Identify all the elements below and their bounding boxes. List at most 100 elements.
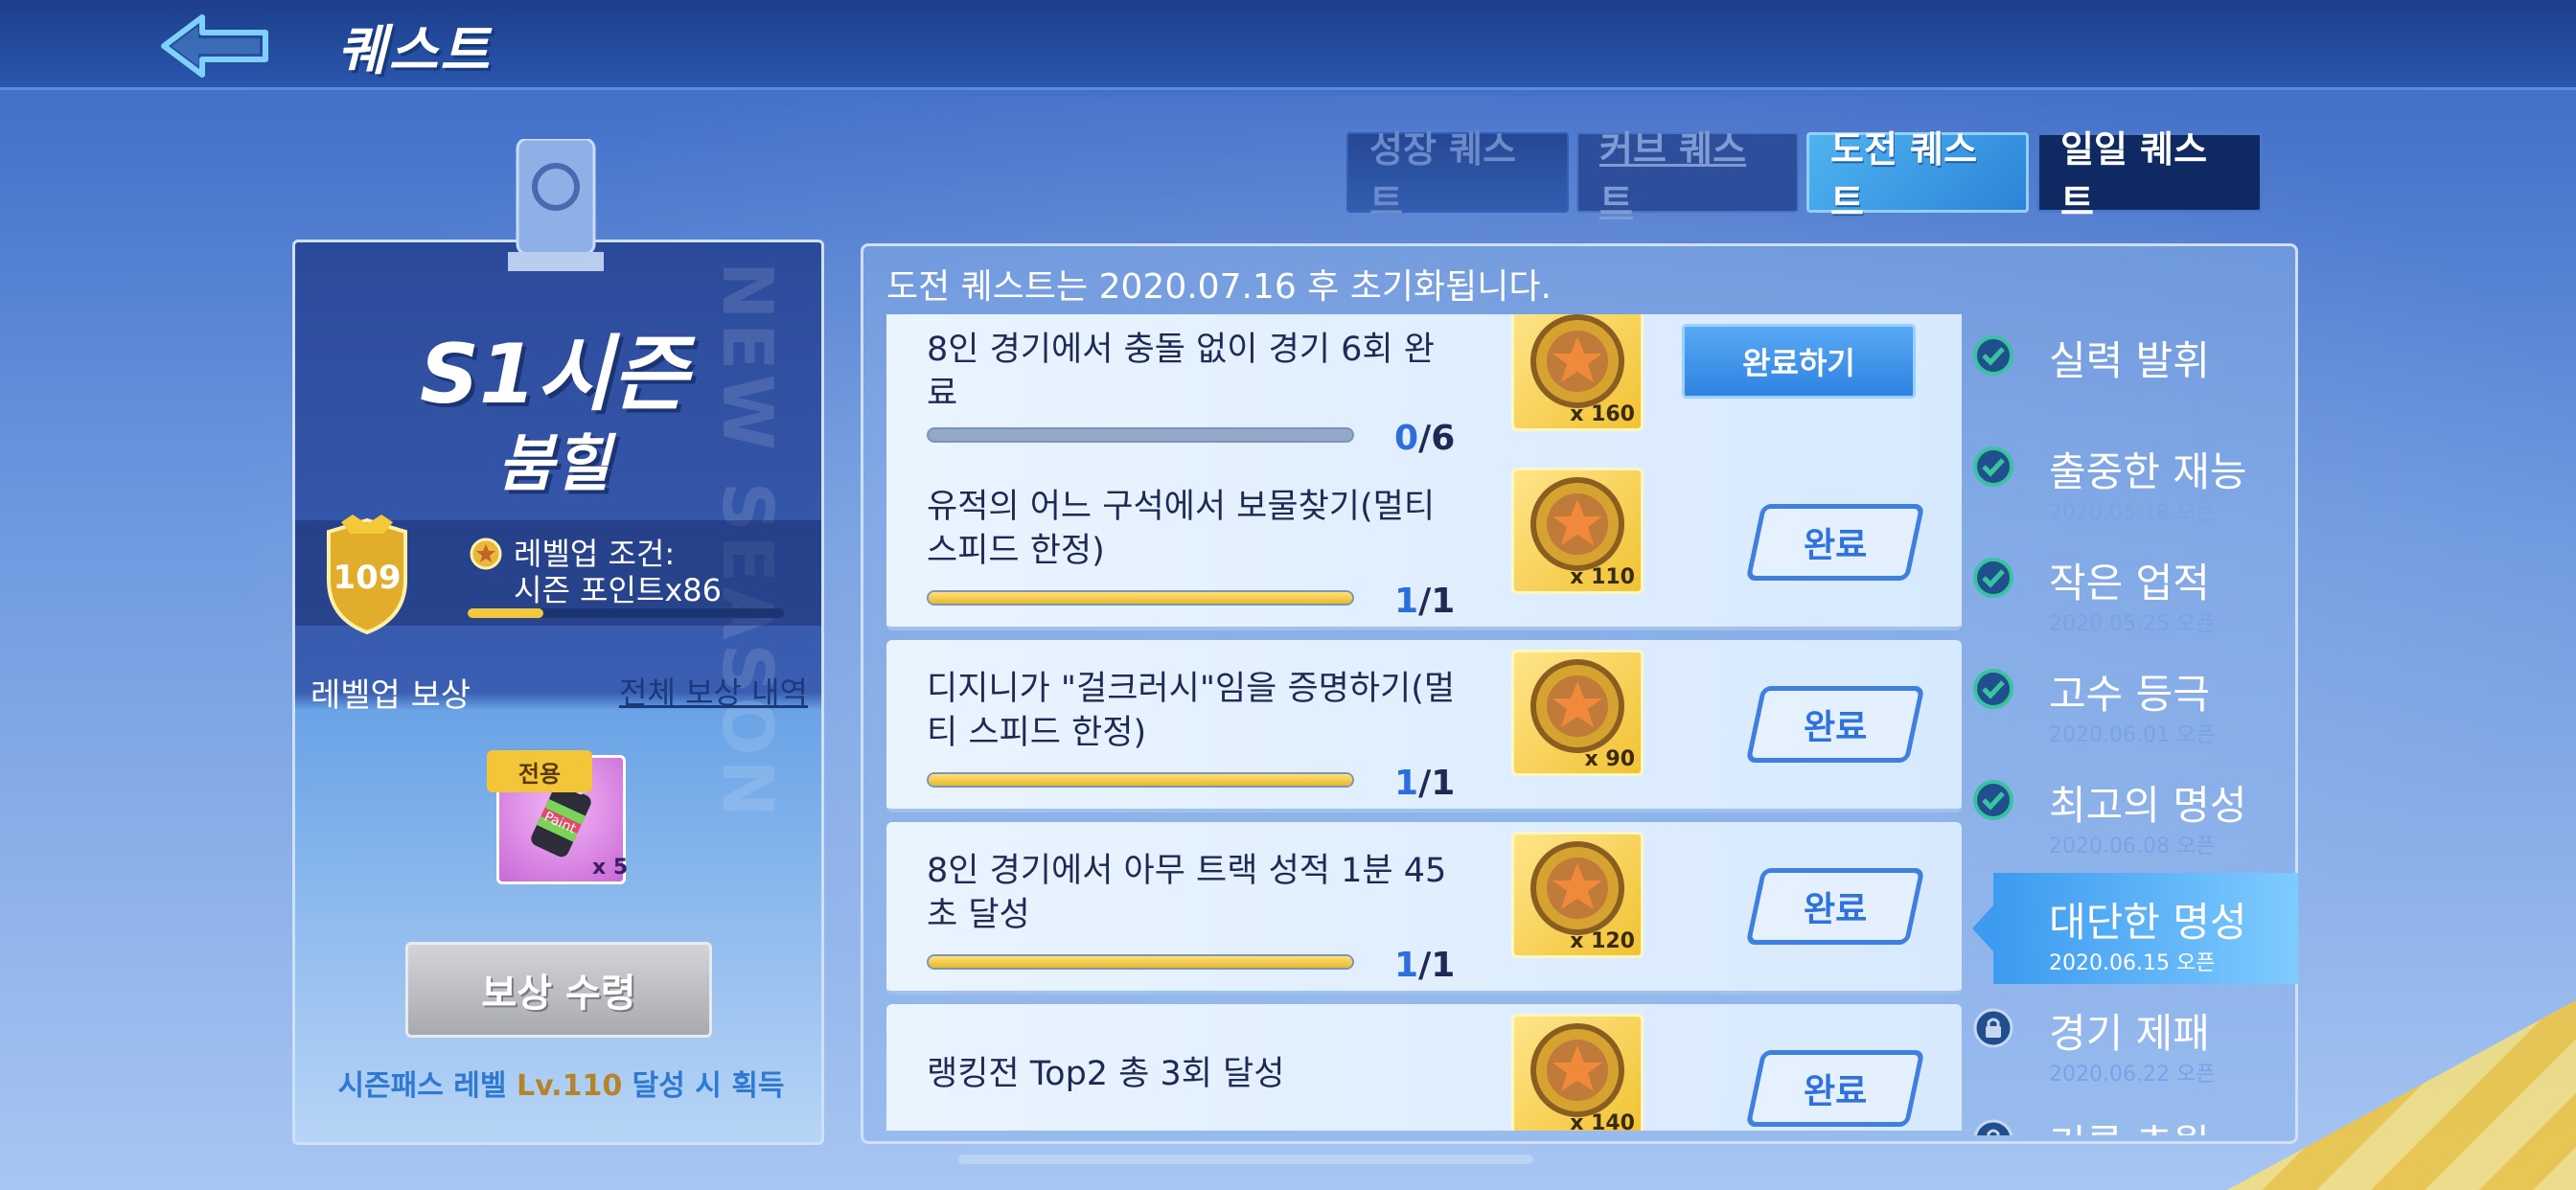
- quest-progress-text: 0/6: [1394, 419, 1455, 458]
- quest-title: 8인 경기에서 충돌 없이 경기 6회 완료: [927, 331, 1435, 413]
- quest-progress-current: 1: [1394, 582, 1419, 621]
- quest-progress-total: /6: [1418, 419, 1456, 458]
- levelup-condition-value: 시즌 포인트x86: [514, 572, 723, 608]
- stage-item[interactable]: 최고의 명성 2020.06.08 오픈: [1972, 756, 2298, 867]
- season-title: S1시즌: [419, 327, 689, 423]
- quest-reward-quantity: x 140: [1570, 1111, 1635, 1131]
- challenge-stage-list[interactable]: 실력 발휘 2020.05.12 오픈 출중한 재능 2020.05.18 오픈…: [1972, 311, 2298, 1135]
- active-pointer-icon: [1972, 905, 1993, 951]
- stage-item[interactable]: 고수 등극 2020.06.01 오픈: [1972, 645, 2298, 756]
- season-pass-card: NEW SEASON S1시즌 붐힐 109 레벨업 조건: 시즌 포인트x86…: [292, 240, 824, 1145]
- quest-list[interactable]: 8인 경기에서 충돌 없이 경기 6회 완료 0/6 x 160 완료하기 유적…: [886, 314, 1965, 1131]
- season-pass-note-prefix: 시즌패스 레벨: [337, 1069, 517, 1103]
- claim-reward-button[interactable]: 보상 수령: [405, 942, 712, 1038]
- quest-done-label: 완료: [1803, 1072, 1868, 1111]
- lock-icon: [1973, 1008, 2013, 1048]
- stage-date: 2020.05.18 오픈: [2049, 501, 2216, 525]
- quest-progress-total: /1: [1418, 764, 1456, 803]
- quest-done-label: 완료: [1803, 890, 1868, 929]
- stage-item[interactable]: 작은 업적 2020.05.25 오픈: [1972, 534, 2298, 645]
- check-circle-icon: [1973, 335, 2013, 376]
- quest-progress-current: 0: [1394, 419, 1419, 458]
- stage-name: 대단한 명성: [2049, 899, 2247, 946]
- tab-growth-quest[interactable]: 성장 퀘스트: [1346, 128, 1569, 223]
- quest-row: 8인 경기에서 아무 트랙 성적 1분 45초 달성 1/1 x 120 완료: [886, 822, 1962, 995]
- quest-reward-quantity: x 160: [1570, 402, 1635, 426]
- back-button[interactable]: [158, 11, 273, 80]
- quest-done-stamp: 완료: [1745, 1050, 1925, 1127]
- horizontal-scrollbar[interactable]: [958, 1155, 1533, 1164]
- stage-name: 실력 발휘: [2049, 337, 2210, 384]
- levelup-progress-fill: [468, 608, 544, 618]
- quest-title: 랭킹전 Top2 총 3회 달성: [927, 1055, 1285, 1093]
- quest-row: 유적의 어느 구석에서 보물찾기(멀티 스피드 한정) 1/1 x 110 완료: [886, 458, 1962, 630]
- tab-curve-quest[interactable]: 커브 퀘스트: [1576, 128, 1799, 223]
- quest-done-label: 완료: [1803, 526, 1868, 565]
- stage-date: 2020.06.15 오픈: [2049, 951, 2216, 975]
- quest-done-stamp: 완료: [1745, 686, 1925, 763]
- top-bar: 퀘스트: [0, 0, 2576, 90]
- stage-item[interactable]: 출중한 재능 2020.05.18 오픈: [1972, 423, 2298, 534]
- quest-progress-text: 1/1: [1394, 946, 1455, 985]
- quest-progress-bar: [927, 427, 1354, 443]
- lock-icon: [1973, 1119, 2013, 1135]
- quest-reward-coin: x 90: [1511, 650, 1644, 776]
- quest-progress-fill: [929, 956, 1352, 968]
- stage-date: 2020.06.22 오픈: [2049, 1063, 2216, 1087]
- season-pass-note: 시즌패스 레벨 Lv.110 달성 시 획득: [295, 1062, 821, 1104]
- season-pass-note-level: Lv.110: [516, 1069, 623, 1103]
- stage-date: 2020.05.25 오픈: [2049, 612, 2216, 636]
- quest-title: 유적의 어느 구석에서 보물찾기(멀티 스피드 한정): [927, 488, 1436, 570]
- season-pass-note-suffix: 달성 시 획득: [622, 1069, 785, 1103]
- stage-date: 2020.05.12 오픈: [2049, 390, 2216, 414]
- quest-reset-note: 도전 퀘스트는 2020.07.16 후 초기화됩니다.: [886, 267, 1552, 307]
- back-arrow-icon: [161, 14, 268, 78]
- tab-daily-quest[interactable]: 일일 퀘스트: [2036, 128, 2263, 223]
- stage-date: 2020.06.08 오픈: [2049, 835, 2216, 858]
- levelup-reward-label: 레벨업 보상: [310, 676, 472, 715]
- stage-name: 기록 추월: [2049, 1112, 2210, 1135]
- stage-name: 최고의 명성: [2049, 782, 2247, 829]
- quest-done-label: 완료: [1803, 708, 1868, 747]
- quest-reward-quantity: x 90: [1584, 747, 1635, 771]
- quest-progress-total: /1: [1418, 946, 1456, 985]
- quest-title: 8인 경기에서 아무 트랙 성적 1분 45초 달성: [927, 852, 1447, 934]
- season-level-row: 109 레벨업 조건: 시즌 포인트x86: [295, 515, 821, 635]
- quest-progress-bar: [927, 772, 1354, 788]
- season-level-number: 109: [333, 559, 402, 597]
- stage-item[interactable]: 기록 추월: [1972, 1095, 2298, 1135]
- check-circle-icon: [1973, 780, 2013, 820]
- quest-progress-text: 1/1: [1394, 764, 1455, 803]
- all-rewards-link[interactable]: 전체 보상 내역: [619, 669, 808, 713]
- stage-item[interactable]: 실력 발휘 2020.05.12 오픈: [1972, 311, 2298, 423]
- quest-progress-current: 1: [1394, 764, 1419, 803]
- stage-item-active[interactable]: 대단한 명성 2020.06.15 오픈: [1972, 873, 2298, 984]
- complete-quest-button[interactable]: 완료하기: [1682, 324, 1916, 399]
- check-circle-icon: [1973, 669, 2013, 709]
- stage-date: 2020.06.01 오픈: [2049, 723, 2216, 747]
- quest-reward-coin: x 110: [1511, 468, 1644, 594]
- stage-name: 고수 등극: [2049, 671, 2210, 718]
- quest-progress-total: /1: [1418, 582, 1456, 621]
- quest-title: 디지니가 "걸크러시"임을 증명하기(멀티 스피드 한정): [927, 670, 1456, 752]
- quest-tabs: 성장 퀘스트 커브 퀘스트 도전 퀘스트 일일 퀘스트: [1346, 128, 2263, 223]
- stage-item[interactable]: 경기 제패 2020.06.22 오픈: [1972, 984, 2298, 1095]
- levelup-progress-bar: [468, 608, 784, 618]
- quest-progress-current: 1: [1394, 946, 1419, 985]
- quest-reward-coin: x 120: [1511, 832, 1644, 958]
- quest-progress-bar: [927, 954, 1354, 970]
- quest-row: 8인 경기에서 충돌 없이 경기 6회 완료 0/6 x 160 완료하기: [886, 314, 1962, 468]
- tab-challenge-quest[interactable]: 도전 퀘스트: [1806, 128, 2029, 223]
- quest-done-stamp: 완료: [1745, 868, 1925, 945]
- stage-name: 경기 제패: [2049, 1010, 2210, 1057]
- page-title: 퀘스트: [337, 20, 492, 82]
- check-circle-icon: [1973, 558, 2013, 598]
- quest-done-stamp: 완료: [1745, 504, 1925, 581]
- quest-progress-fill: [929, 774, 1352, 786]
- quest-progress-bar: [927, 590, 1354, 606]
- quest-reward-coin: x 160: [1511, 314, 1644, 431]
- quest-row: 디지니가 "걸크러시"임을 증명하기(멀티 스피드 한정) 1/1 x 90 완…: [886, 640, 1962, 812]
- stage-name: 출중한 재능: [2049, 448, 2247, 495]
- badge-clip-icon: [508, 139, 604, 271]
- stage-name: 작은 업적: [2049, 560, 2210, 606]
